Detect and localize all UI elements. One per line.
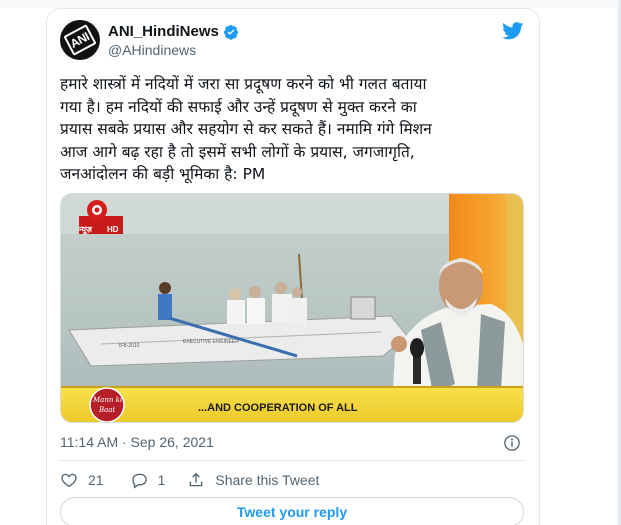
page-top-strip [0, 0, 621, 8]
rower [158, 294, 172, 320]
channel-logo-text: न्यूज़ [79, 225, 92, 234]
twitter-bird-icon[interactable] [502, 22, 524, 40]
microphone [410, 338, 424, 358]
avatar-logo-text: ANI [67, 29, 92, 51]
tweet-actions: 21 1 Share this Tweet [60, 469, 319, 491]
like-button[interactable]: 21 [60, 471, 104, 489]
display-name[interactable]: ANI_HindiNews [108, 23, 219, 40]
video-caption: ...AND COOPERATION OF ALL [198, 402, 358, 414]
show-logo-text-2: Baat [99, 406, 116, 414]
account-handle[interactable]: @AHindinews [108, 42, 196, 58]
share-button[interactable]: Share this Tweet [187, 471, 319, 489]
channel-hd-label: HD [107, 225, 119, 234]
page-right-edge [617, 0, 621, 525]
verified-badge-icon [223, 24, 238, 40]
share-label: Share this Tweet [215, 472, 320, 488]
tweet-media-image[interactable]: न्यूज़ HD IFB-2010 EXECUTIVE ENGINEER Ma… [60, 193, 524, 423]
like-count: 21 [88, 472, 104, 488]
reply-count: 1 [157, 472, 166, 488]
boat-engine [350, 296, 376, 320]
ani-logo-icon: ANI [63, 24, 97, 56]
tweet-timestamp[interactable]: 11:14 AM · Sep 26, 2021 [60, 434, 214, 450]
tweet-text: हमारे शास्त्रों में नदियों में जरा सा प्… [60, 75, 432, 183]
speaker-hand [391, 336, 407, 352]
reply-bubble-icon [131, 473, 147, 489]
avatar[interactable]: ANI [60, 20, 100, 60]
divider [60, 460, 524, 461]
share-icon [190, 472, 203, 487]
reply-button[interactable]: 1 [130, 471, 166, 489]
tweet-your-reply-button[interactable]: Tweet your reply [60, 497, 524, 525]
boat-label-right: EXECUTIVE ENGINEER [183, 339, 239, 345]
info-icon[interactable] [503, 434, 521, 452]
author-name-row[interactable]: ANI_HindiNews [108, 23, 239, 40]
boat-label-left: IFB-2010 [119, 343, 140, 349]
show-logo-text-1: Mann ki [93, 396, 123, 404]
video-frame [61, 194, 523, 422]
heart-icon [61, 473, 77, 488]
show-logo [89, 387, 125, 422]
